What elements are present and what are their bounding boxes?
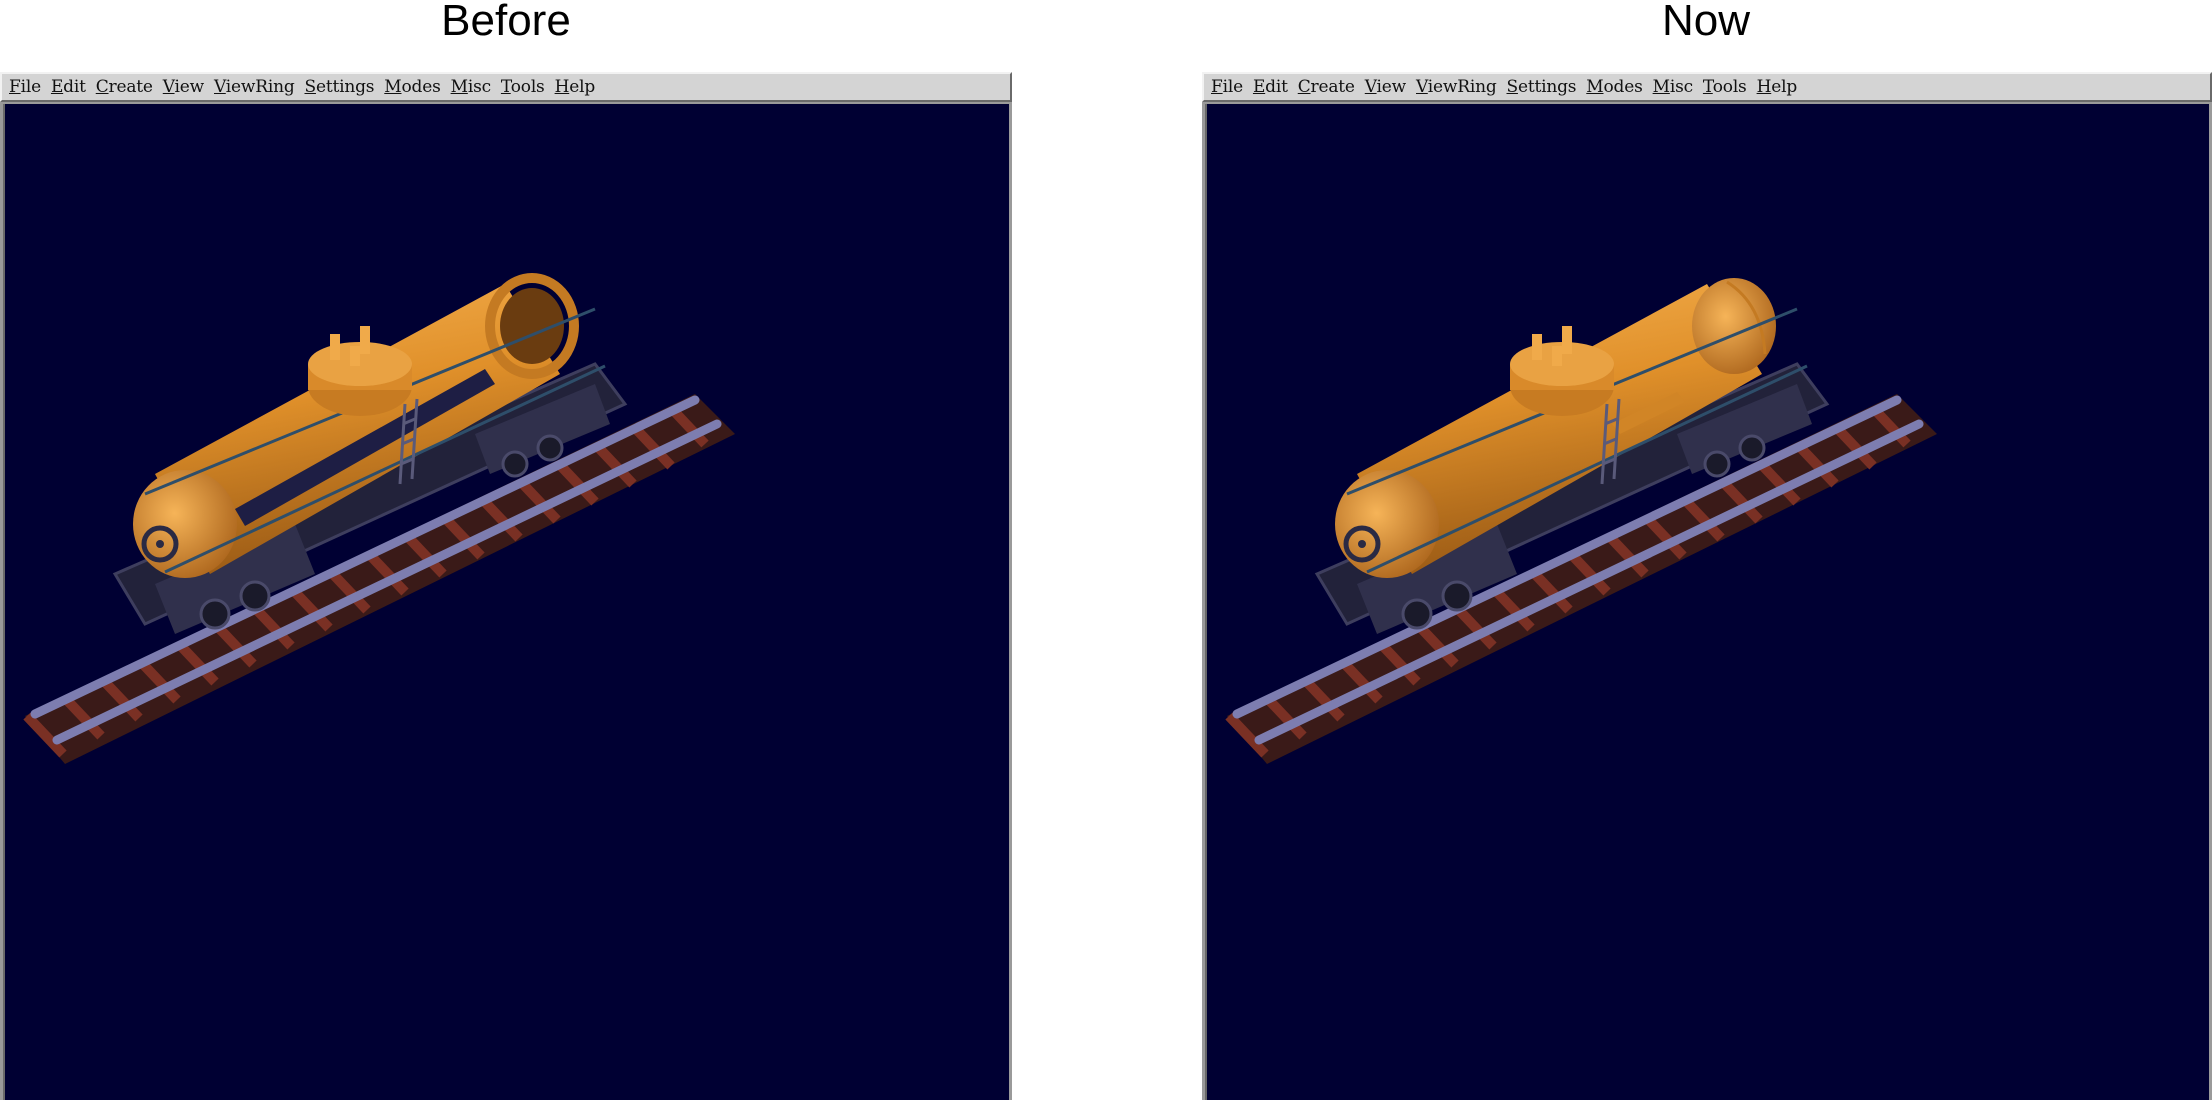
- menu-viewring[interactable]: ViewRing: [211, 77, 302, 97]
- menu-tools[interactable]: Tools: [1700, 77, 1754, 97]
- 3d-viewport[interactable]: [3, 104, 1009, 1100]
- tank-car-render-complete: [1225, 278, 1937, 764]
- now-app-window: File Edit Create View ViewRing Settings …: [1202, 72, 2212, 1100]
- menu-help[interactable]: Help: [552, 77, 602, 97]
- menu-tools[interactable]: Tools: [498, 77, 552, 97]
- menu-file[interactable]: File: [6, 77, 48, 97]
- tank-dome: [1510, 326, 1614, 416]
- now-panel-title: Now: [1661, 0, 1751, 45]
- menu-create[interactable]: Create: [1295, 77, 1362, 97]
- tank-car-render-cutaway: [23, 273, 735, 764]
- menu-misc[interactable]: Misc: [1650, 77, 1700, 97]
- menu-view[interactable]: View: [1362, 77, 1413, 97]
- menu-bar: File Edit Create View ViewRing Settings …: [0, 72, 1012, 102]
- menu-edit[interactable]: Edit: [1250, 77, 1295, 97]
- menu-viewring[interactable]: ViewRing: [1413, 77, 1504, 97]
- before-app-window: File Edit Create View ViewRing Settings …: [0, 72, 1012, 1100]
- tank-dome: [308, 326, 412, 416]
- 3d-viewport[interactable]: [1205, 104, 2209, 1100]
- menu-create[interactable]: Create: [93, 77, 160, 97]
- menu-settings[interactable]: Settings: [1504, 77, 1584, 97]
- menu-edit[interactable]: Edit: [48, 77, 93, 97]
- before-panel-title: Before: [441, 0, 571, 45]
- menu-settings[interactable]: Settings: [302, 77, 382, 97]
- menu-modes[interactable]: Modes: [381, 77, 447, 97]
- menu-modes[interactable]: Modes: [1583, 77, 1649, 97]
- menu-file[interactable]: File: [1208, 77, 1250, 97]
- menu-view[interactable]: View: [160, 77, 211, 97]
- menu-bar: File Edit Create View ViewRing Settings …: [1202, 72, 2212, 102]
- menu-help[interactable]: Help: [1754, 77, 1804, 97]
- menu-misc[interactable]: Misc: [448, 77, 498, 97]
